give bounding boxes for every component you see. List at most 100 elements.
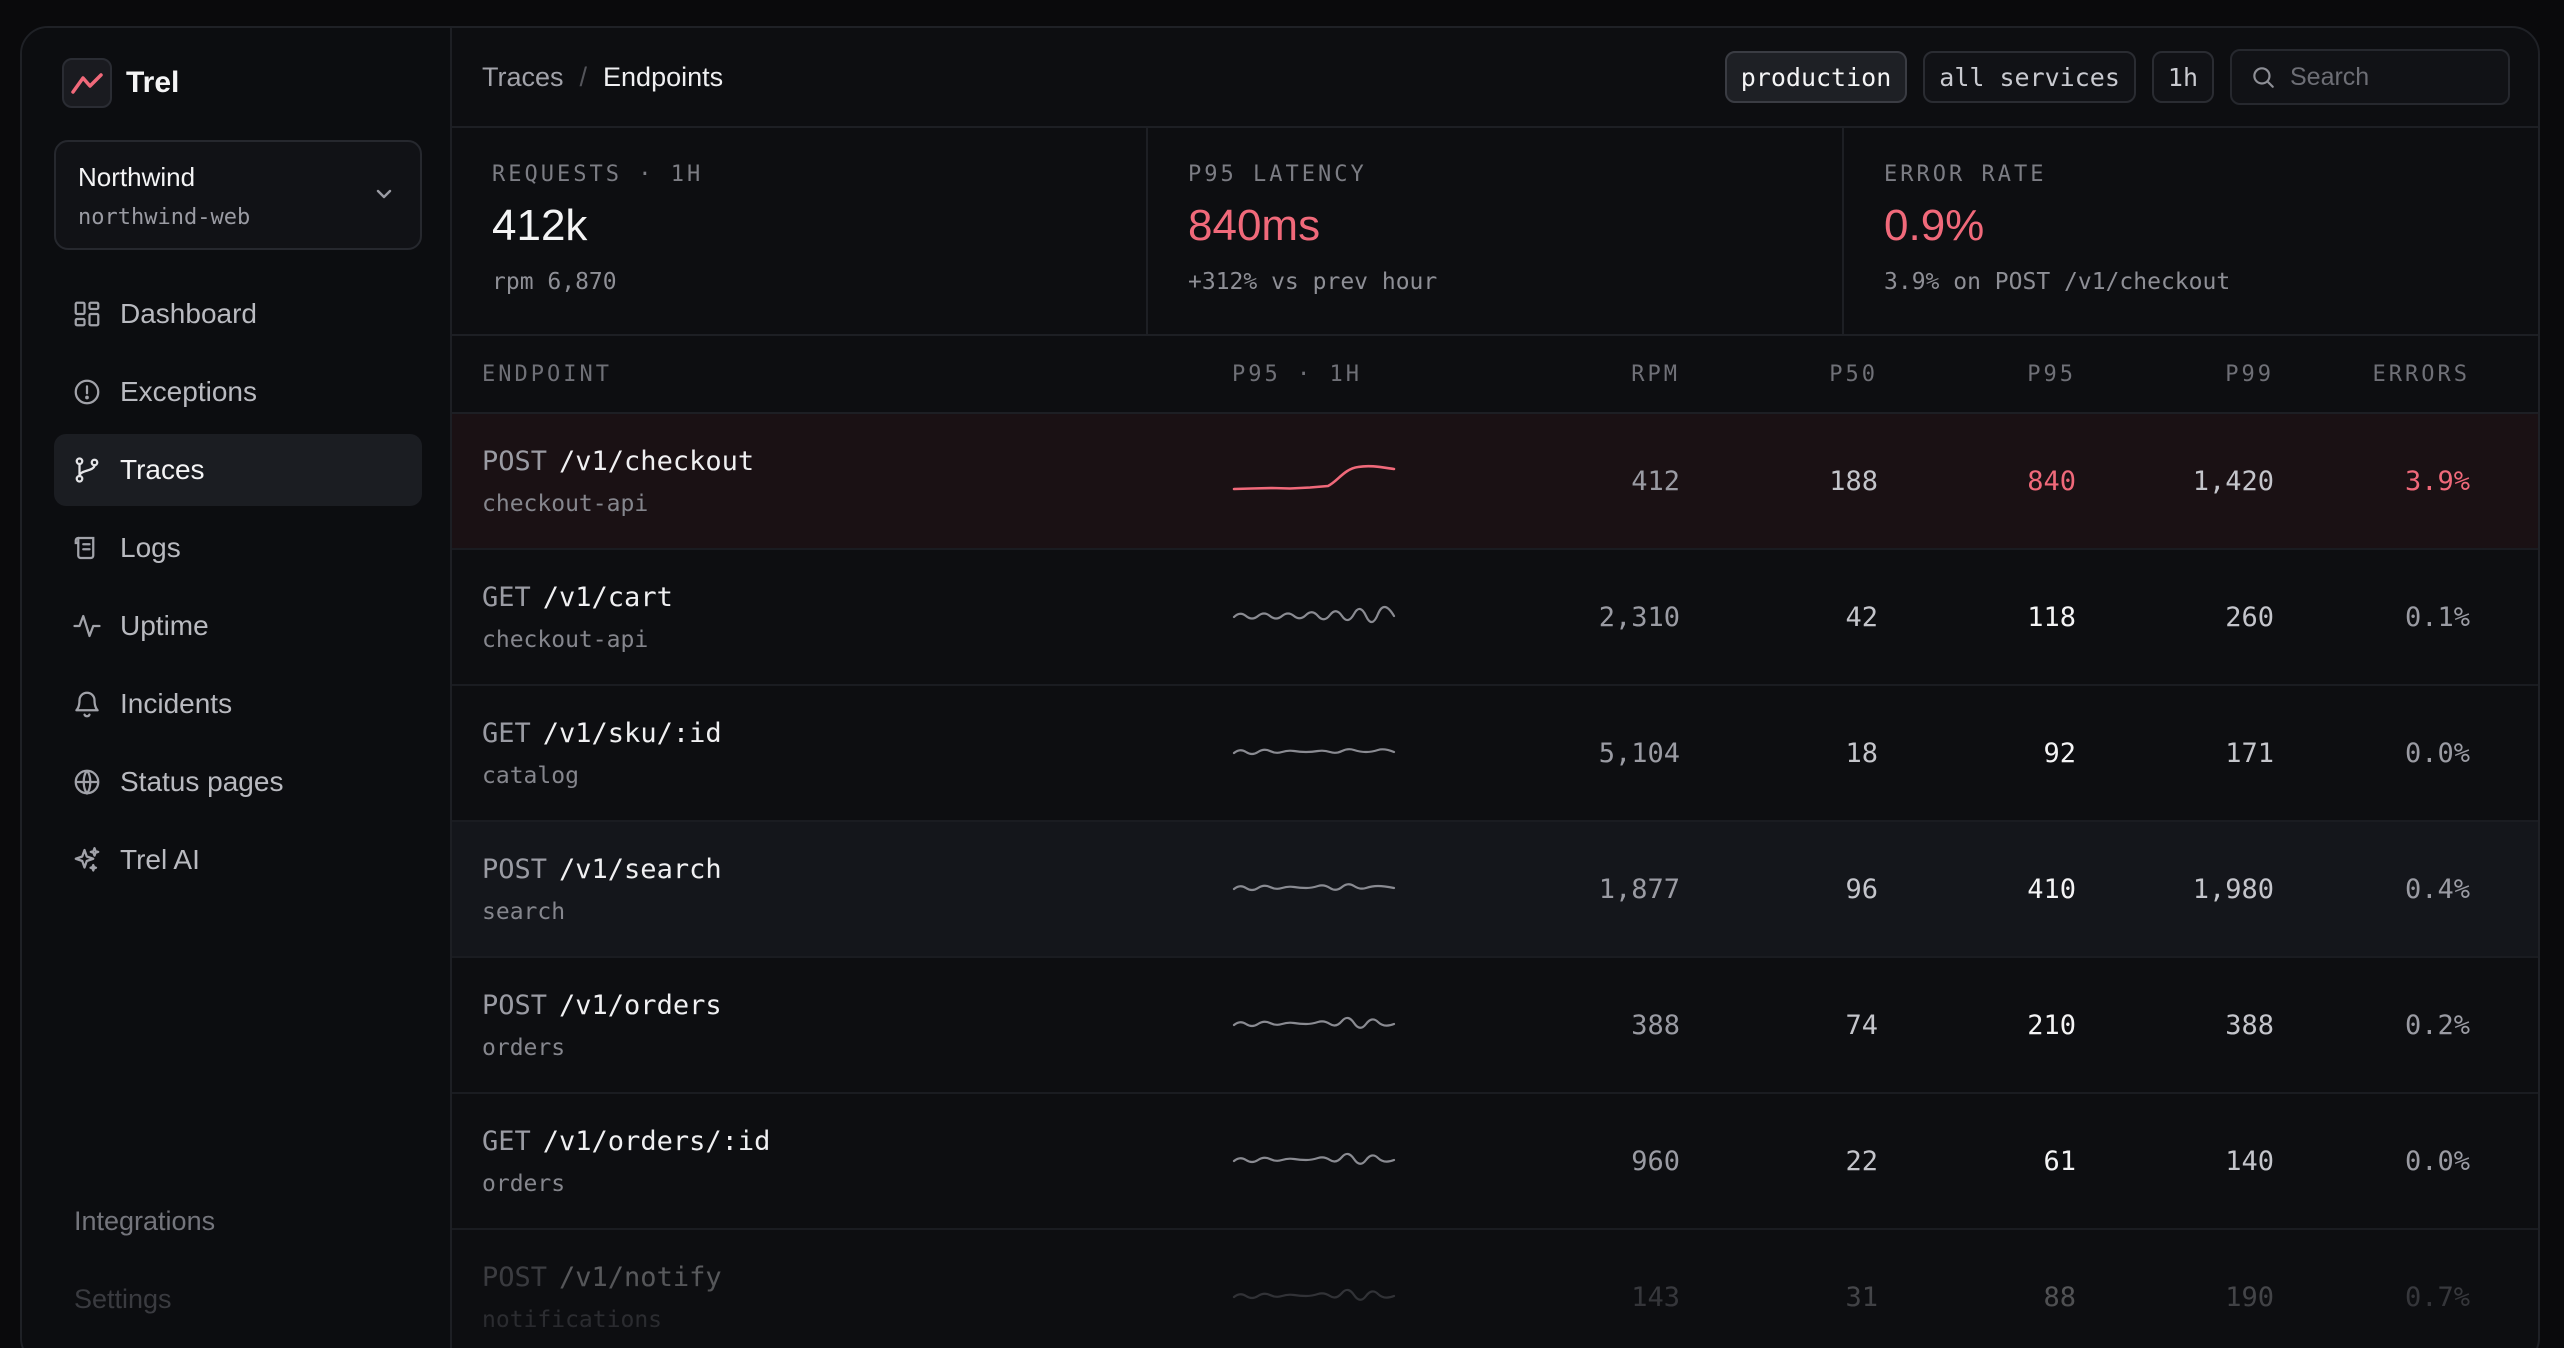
p95-sparkline [1232, 459, 1462, 504]
p50-cell: 96 [1845, 873, 1878, 905]
service-name: orders [482, 1170, 566, 1197]
stat-value: 0.9% [1884, 201, 1985, 250]
p50-cell: 22 [1845, 1145, 1878, 1177]
p99-cell: 190 [2225, 1281, 2274, 1313]
service-name: orders [482, 1034, 566, 1061]
endpoint-cell: GET/v1/orders/:id orders [452, 1126, 1232, 1197]
sidebar-item-trel-ai[interactable]: Trel AI [54, 824, 422, 896]
table-row[interactable]: POST/v1/checkout checkout-api 412 188 84… [452, 414, 2538, 550]
table-row[interactable]: GET/v1/orders/:id orders 960 22 61 140 0… [452, 1094, 2538, 1230]
rpm-cell: 1,877 [1598, 873, 1680, 905]
table-header: ENDPOINT P95 · 1H RPM P50 P95 P99 ERRORS [452, 336, 2538, 414]
breadcrumb-traces[interactable]: Traces [482, 62, 564, 93]
stat-value: 840ms [1188, 201, 1321, 250]
sidebar-item-logs[interactable]: Logs [54, 512, 422, 584]
p99-cell: 140 [2225, 1145, 2274, 1177]
app-window: Trel Northwind northwind-web Dashboard E… [20, 26, 2540, 1348]
service-name: catalog [482, 762, 579, 789]
p99-cell: 171 [2225, 737, 2274, 769]
endpoint-cell: POST/v1/orders orders [452, 990, 1232, 1061]
p95-sparkline [1232, 1139, 1462, 1184]
http-method: POST [482, 989, 548, 1021]
header-rpm[interactable]: RPM [1462, 362, 1680, 387]
service-name: search [482, 898, 566, 925]
http-method: GET [482, 581, 531, 613]
sidebar-item-uptime[interactable]: Uptime [54, 590, 422, 662]
endpoints-table: ENDPOINT P95 · 1H RPM P50 P95 P99 ERRORS… [452, 336, 2538, 1348]
sidebar-item-traces[interactable]: Traces [54, 434, 422, 506]
stat-label: ERROR RATE [1884, 162, 2047, 187]
service-name: checkout-api [482, 490, 649, 517]
sidebar-item-status-pages[interactable]: Status pages [54, 746, 422, 818]
sidebar-item-settings[interactable]: Settings [74, 1284, 172, 1315]
scroll-icon [74, 536, 95, 560]
stat-p95-latency: P95 LATENCY 840ms +312% vs prev hour [1148, 128, 1844, 334]
service-name: checkout-api [482, 626, 649, 653]
stats-row: REQUESTS · 1H 412k rpm 6,870 P95 LATENCY… [452, 128, 2538, 336]
p50-cell: 74 [1845, 1009, 1878, 1041]
header-p50[interactable]: P50 [1680, 362, 1878, 387]
p99-cell: 260 [2225, 601, 2274, 633]
endpoint-cell: POST/v1/checkout checkout-api [452, 446, 1232, 517]
stat-label: REQUESTS · 1H [492, 162, 704, 187]
table-row[interactable]: POST/v1/orders orders 388 74 210 388 0.2… [452, 958, 2538, 1094]
p95-cell: 118 [2027, 601, 2076, 633]
table-row[interactable]: POST/v1/notify notifications 143 31 88 1… [452, 1230, 2538, 1348]
header-errors[interactable]: ERRORS [2274, 362, 2470, 387]
errors-cell: 0.4% [2404, 873, 2470, 905]
table-row[interactable]: POST/v1/search search 1,877 96 410 1,980… [452, 822, 2538, 958]
p50-cell: 18 [1845, 737, 1878, 769]
rpm-cell: 143 [1631, 1281, 1680, 1313]
errors-cell: 0.0% [2404, 737, 2470, 769]
dashboard-icon [74, 301, 100, 327]
environment-filter[interactable]: production [1724, 51, 1908, 103]
trel-logo-icon [62, 58, 112, 108]
endpoint-path: /v1/checkout [559, 445, 755, 477]
sidebar-item-label: Incidents [120, 688, 233, 719]
search-input[interactable]: Search [2230, 49, 2510, 105]
header-p95[interactable]: P95 [1878, 362, 2076, 387]
header-endpoint[interactable]: ENDPOINT [452, 362, 1232, 387]
service-filter[interactable]: all services [1923, 51, 2136, 103]
sidebar-item-exceptions[interactable]: Exceptions [54, 356, 422, 428]
sidebar-nav: Dashboard Exceptions Traces Logs Uptime … [54, 278, 422, 902]
search-placeholder: Search [2290, 62, 2370, 91]
stat-value: 412k [492, 201, 588, 250]
sidebar-item-incidents[interactable]: Incidents [54, 668, 422, 740]
header-p99[interactable]: P99 [2076, 362, 2274, 387]
errors-cell: 0.7% [2404, 1281, 2470, 1313]
errors-cell: 3.9% [2404, 465, 2470, 497]
rpm-cell: 5,104 [1598, 737, 1680, 769]
table-row[interactable]: GET/v1/cart checkout-api 2,310 42 118 26… [452, 550, 2538, 686]
p99-cell: 1,420 [2192, 465, 2274, 497]
main-content: Traces / Endpoints production all servic… [452, 28, 2538, 1348]
service-name: notifications [482, 1306, 663, 1333]
endpoint-path: /v1/notify [559, 1261, 722, 1293]
p95-sparkline [1232, 595, 1462, 640]
breadcrumb: Traces / Endpoints [482, 62, 723, 93]
stat-sub: +312% vs prev hour [1188, 269, 1438, 295]
errors-cell: 0.0% [2404, 1145, 2470, 1177]
endpoint-path: /v1/search [559, 853, 722, 885]
brand[interactable]: Trel [62, 58, 179, 108]
project-switcher[interactable]: Northwind northwind-web [54, 140, 422, 250]
sidebar-item-label: Dashboard [120, 298, 257, 329]
endpoint-cell: POST/v1/search search [452, 854, 1232, 925]
search-icon [2253, 67, 2274, 88]
p95-sparkline [1232, 1275, 1462, 1320]
p99-cell: 388 [2225, 1009, 2274, 1041]
header-p95-sparkline: P95 · 1H [1232, 361, 1362, 387]
rpm-cell: 412 [1631, 465, 1680, 497]
table-row[interactable]: GET/v1/sku/:id catalog 5,104 18 92 171 0… [452, 686, 2538, 822]
sidebar-item-label: Trel AI [120, 844, 200, 875]
project-slug: northwind-web [78, 205, 251, 230]
endpoint-path: /v1/orders/:id [542, 1125, 771, 1157]
time-range-filter[interactable]: 1h [2151, 51, 2214, 103]
rpm-cell: 388 [1631, 1009, 1680, 1041]
breadcrumb-endpoints: Endpoints [603, 61, 724, 92]
p95-sparkline [1232, 867, 1462, 912]
sidebar-item-integrations[interactable]: Integrations [74, 1206, 215, 1237]
sidebar-item-label: Logs [120, 532, 181, 563]
sidebar-item-dashboard[interactable]: Dashboard [54, 278, 422, 350]
p95-cell: 410 [2027, 873, 2076, 905]
